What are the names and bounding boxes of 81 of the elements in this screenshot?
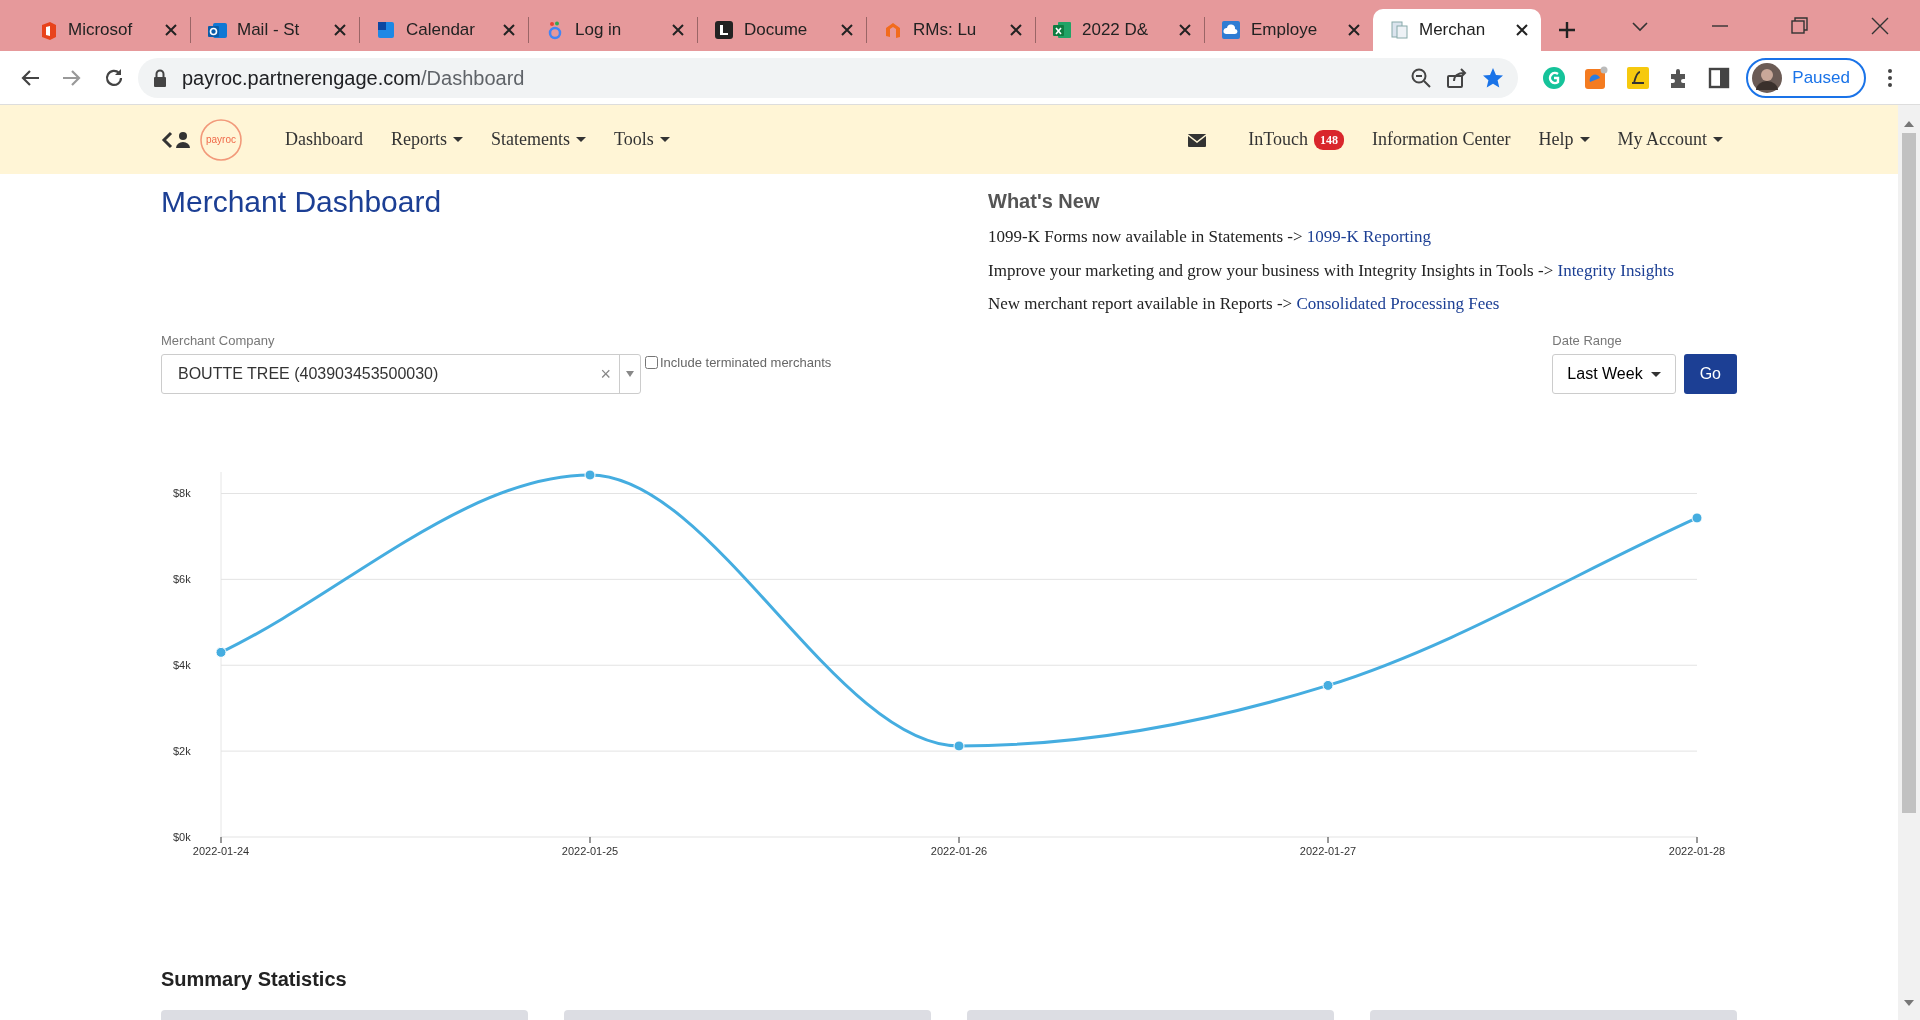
nav-menu-item[interactable]: Information Center [1358,126,1525,153]
merchant-select[interactable]: BOUTTE TREE (403903453500030) × [161,354,641,394]
mail-icon[interactable] [1188,132,1207,148]
close-icon[interactable] [164,23,178,37]
news-item: 1099-K Forms now available in Statements -> 1099-K Reporting [988,226,1433,248]
axis-label: 2022-01-26 [930,845,988,857]
news-link[interactable]: Integrity Insights [1557,260,1675,280]
axis-label: $2k [173,745,191,758]
axis-label: 2022-01-28 [1668,845,1726,857]
address-bar[interactable]: payroc.partnerengage.com/Dashboard [138,57,1519,98]
star-icon[interactable] [1482,66,1505,89]
section-heading: Summary Statistics [161,967,348,992]
nav-menu-item[interactable]: Help [1524,126,1604,153]
browser-tab[interactable]: Log in [529,9,697,51]
nav-menu-item[interactable]: Reports [377,126,477,153]
document-app-icon [714,20,734,40]
spreadsheet-app-icon [1052,20,1072,40]
close-icon[interactable] [1515,23,1529,37]
nav-menu-item[interactable]: Tools [600,126,684,153]
avatar-icon [1752,62,1783,93]
close-icon[interactable] [1347,23,1361,37]
restore-icon[interactable] [1791,16,1809,35]
checkbox[interactable] [645,355,658,369]
browser-tab[interactable]: Microsof [22,9,190,51]
side-panel-icon[interactable] [1708,66,1731,89]
axis-label: 2022-01-24 [192,845,250,857]
news-link[interactable]: 1099-K Reporting [1306,227,1432,246]
calendar-app-icon [376,20,396,40]
clear-button[interactable]: × [592,360,619,388]
intouch-link[interactable]: InTouch 148 [1234,126,1359,153]
close-icon[interactable] [333,23,347,37]
browser-tab[interactable]: Merchan [1373,9,1541,51]
close-icon[interactable] [840,23,854,37]
axis-label: $6k [173,573,191,586]
axis-label: $4k [173,659,191,672]
checkbox-label: Include terminated merchants [660,353,832,372]
close-icon[interactable] [1871,16,1889,35]
close-icon[interactable] [1178,23,1192,37]
close-icon[interactable] [671,23,685,37]
document-icon [1389,20,1409,40]
caret-icon [626,371,634,377]
date-range-dropdown[interactable]: Last Week [1552,354,1676,394]
browser-tab[interactable]: RMs: Lu [867,9,1035,51]
close-icon[interactable] [1009,23,1023,37]
axis-label: $0k [173,831,191,843]
axis-label: 2022-01-27 [1299,845,1357,857]
axis-label: 2022-01-25 [561,845,619,857]
back-chevron-icon[interactable] [161,130,173,149]
zoom-out-icon[interactable] [1410,66,1433,89]
field-label: Date Range [1552,331,1623,350]
news-item: New merchant report available in Reports -> Consolidated Processing Fees [988,293,1501,315]
page-title: Merchant Dashboard [161,184,443,220]
browser-tab[interactable]: Docume [698,9,866,51]
lock-icon [152,68,168,87]
cloud-icon [1221,20,1241,40]
browser-tab[interactable]: Calendar [360,9,528,51]
browser-tab[interactable]: Employe [1205,9,1373,51]
scroll-down-arrow-icon[interactable] [1904,997,1914,1008]
go-button[interactable]: Go [1683,354,1737,394]
nav-menu-item[interactable]: My Account [1603,126,1737,153]
pen-extension-icon[interactable] [1626,65,1651,90]
nav-menu-item[interactable]: Dashboard [271,126,377,153]
profile-button[interactable]: Paused [1746,57,1866,98]
nav-menu-item[interactable]: Statements [477,126,600,153]
news-item: Improve your marketing and grow your business with Integrity Insights in Tools -> Integrity Insights [988,259,1675,282]
person-icon[interactable] [175,130,191,149]
house-logo-icon [883,20,903,40]
browser-tab[interactable]: 2022 D& [1036,9,1204,51]
more-menu-icon[interactable] [1887,67,1893,88]
axis-label: $8k [173,487,191,500]
browser-tab[interactable]: Mail - St [191,9,359,51]
plus-icon[interactable] [1557,20,1577,40]
share-icon[interactable] [1446,66,1469,89]
mail-app-icon [207,20,227,40]
url-text: payroc.partnerengage.com/Dashboard [182,65,526,91]
field-label: Merchant Company [161,331,276,350]
close-icon[interactable] [502,23,516,37]
scrollbar[interactable] [1898,105,1920,1020]
news-link[interactable]: Consolidated Processing Fees [1296,294,1500,313]
section-heading: What's New [988,189,1101,214]
notification-count: 148 [1314,129,1345,150]
